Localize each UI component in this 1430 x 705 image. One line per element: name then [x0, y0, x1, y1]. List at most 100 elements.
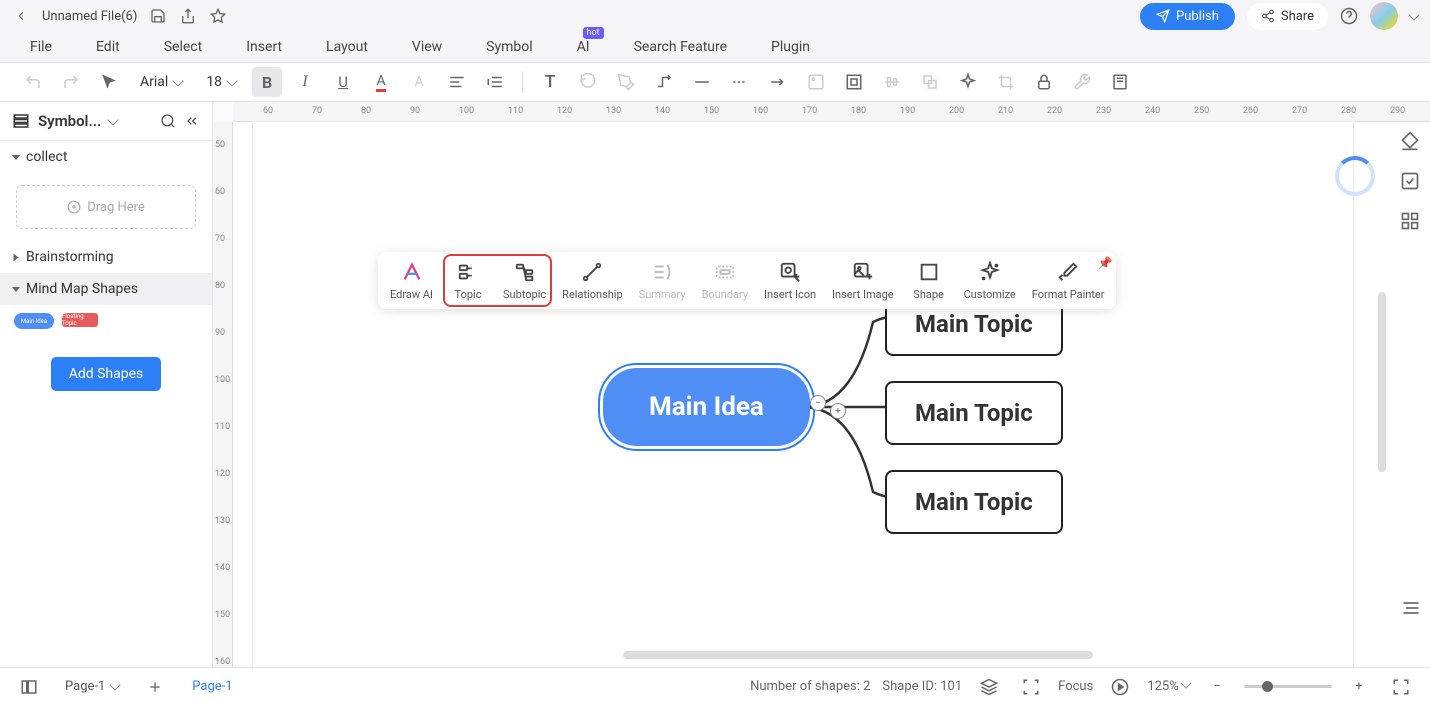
line-style-button[interactable]: [687, 67, 717, 97]
canvas[interactable]: Main Idea − + Main Topic Main Topic Main…: [233, 122, 1430, 667]
search-icon[interactable]: [160, 113, 176, 129]
undo-button[interactable]: [18, 67, 48, 97]
align-obj-button[interactable]: [877, 67, 907, 97]
font-color-button[interactable]: A: [366, 67, 396, 97]
float-iimg[interactable]: Insert Image: [832, 260, 894, 301]
node-topic-2[interactable]: Main Topic: [885, 381, 1063, 445]
bold-button[interactable]: B: [252, 67, 282, 97]
sidebar-section-mindmap[interactable]: Mind Map Shapes: [0, 273, 212, 305]
back-icon[interactable]: [12, 7, 30, 25]
align-button[interactable]: [442, 67, 472, 97]
connector-button[interactable]: [649, 67, 679, 97]
float-rel[interactable]: Relationship: [562, 260, 622, 301]
dash-style-button[interactable]: [725, 67, 755, 97]
pin-icon[interactable]: 📌: [1098, 256, 1113, 270]
menu-search[interactable]: Search Feature: [634, 39, 727, 55]
cursor-icon[interactable]: [94, 67, 124, 97]
underline-button[interactable]: U: [328, 67, 358, 97]
drag-target[interactable]: Drag Here: [16, 185, 196, 229]
play-icon[interactable]: [1105, 672, 1135, 702]
menu-layout[interactable]: Layout: [326, 39, 368, 55]
shape-main-idea[interactable]: Main Idea: [14, 313, 54, 329]
menu-plugin[interactable]: Plugin: [771, 39, 810, 55]
rotate-button[interactable]: [573, 67, 603, 97]
save-icon[interactable]: [149, 7, 167, 25]
shape-floating[interactable]: Floating Topic: [62, 313, 98, 327]
float-topic[interactable]: Topic: [449, 260, 487, 301]
export-icon[interactable]: [179, 7, 197, 25]
avatar-chevron-icon[interactable]: [1408, 9, 1419, 20]
zoom-in-button[interactable]: +: [1344, 672, 1374, 702]
menu-insert[interactable]: Insert: [246, 39, 282, 55]
style-icon[interactable]: [1399, 170, 1421, 192]
redo-button[interactable]: [56, 67, 86, 97]
tools-button[interactable]: [1067, 67, 1097, 97]
container-button[interactable]: [839, 67, 869, 97]
menu-symbol[interactable]: Symbol: [486, 39, 532, 55]
float-subtopic[interactable]: Subtopic: [503, 260, 546, 301]
text-button[interactable]: T: [535, 67, 565, 97]
float-label: Relationship: [562, 288, 622, 301]
arrow-style-button[interactable]: [763, 67, 793, 97]
menu-ai[interactable]: AIhot: [577, 39, 590, 55]
chevron-down-icon: [12, 155, 20, 160]
float-shape[interactable]: Shape: [910, 260, 948, 301]
focus-icon[interactable]: [1016, 672, 1046, 702]
page-select[interactable]: Page-1: [56, 674, 128, 699]
pages-panel-icon[interactable]: [14, 672, 44, 702]
shape-id: Shape ID: 101: [882, 679, 962, 694]
float-fmt[interactable]: Format Painter: [1032, 260, 1105, 301]
vscrollbar[interactable]: [1378, 292, 1386, 472]
fill-icon[interactable]: [1399, 130, 1421, 152]
layers-icon[interactable]: [974, 672, 1004, 702]
menu-select[interactable]: Select: [164, 39, 202, 55]
pen-button[interactable]: [611, 67, 641, 97]
menu-edit[interactable]: Edit: [96, 39, 120, 55]
focus-label[interactable]: Focus: [1058, 679, 1093, 694]
highlight-button[interactable]: A: [404, 67, 434, 97]
loading-ring: [1335, 156, 1375, 196]
node-topic-3[interactable]: Main Topic: [885, 470, 1063, 534]
italic-button[interactable]: I: [290, 67, 320, 97]
menu-view[interactable]: View: [412, 39, 442, 55]
node-main-idea[interactable]: Main Idea: [603, 368, 810, 446]
float-ai[interactable]: Edraw AI: [390, 260, 433, 301]
float-iicon[interactable]: Insert Icon: [764, 260, 816, 301]
grid-icon[interactable]: [1399, 210, 1421, 232]
crop-button[interactable]: [991, 67, 1021, 97]
collapse-handle[interactable]: −: [810, 395, 826, 411]
float-cust[interactable]: Customize: [964, 260, 1016, 301]
image-button[interactable]: [801, 67, 831, 97]
fullscreen-icon[interactable]: [1386, 672, 1416, 702]
collapse-icon[interactable]: [184, 113, 200, 129]
avatar[interactable]: [1370, 2, 1398, 30]
menu-file[interactable]: File: [30, 39, 52, 55]
group-button[interactable]: [915, 67, 945, 97]
zoom-slider[interactable]: [1244, 685, 1332, 688]
share-button[interactable]: Share: [1247, 3, 1328, 30]
font-family-select[interactable]: Arial: [132, 70, 190, 94]
lock-button[interactable]: [1029, 67, 1059, 97]
chevron-down-icon[interactable]: [108, 114, 119, 125]
hscrollbar[interactable]: [623, 651, 1093, 659]
expand-handle[interactable]: +: [830, 403, 846, 419]
zoom-out-button[interactable]: −: [1202, 672, 1232, 702]
outline-toggle-icon[interactable]: [1400, 597, 1422, 619]
help-icon[interactable]: [1340, 7, 1358, 25]
sidebar-section-collect[interactable]: collect: [0, 141, 212, 173]
publish-button[interactable]: Publish: [1140, 3, 1235, 30]
floating-toolbar: 📌 Edraw AI Topic Subtopic Relationship Summa…: [378, 252, 1116, 309]
page-setup-button[interactable]: [1105, 67, 1135, 97]
zoom-level[interactable]: 125%: [1147, 679, 1190, 694]
rel-icon: [580, 260, 604, 284]
float-sum[interactable]: Summary: [639, 260, 686, 301]
line-spacing-button[interactable]: [480, 67, 510, 97]
add-page-button[interactable]: [140, 672, 170, 702]
star-icon[interactable]: [209, 7, 227, 25]
page-tab[interactable]: Page-1: [182, 675, 242, 698]
float-bound[interactable]: Boundary: [702, 260, 748, 301]
font-size-select[interactable]: 18: [198, 70, 244, 94]
sparkle-button[interactable]: [953, 67, 983, 97]
add-shapes-button[interactable]: Add Shapes: [51, 357, 162, 391]
sidebar-section-brainstorming[interactable]: Brainstorming: [0, 241, 212, 273]
